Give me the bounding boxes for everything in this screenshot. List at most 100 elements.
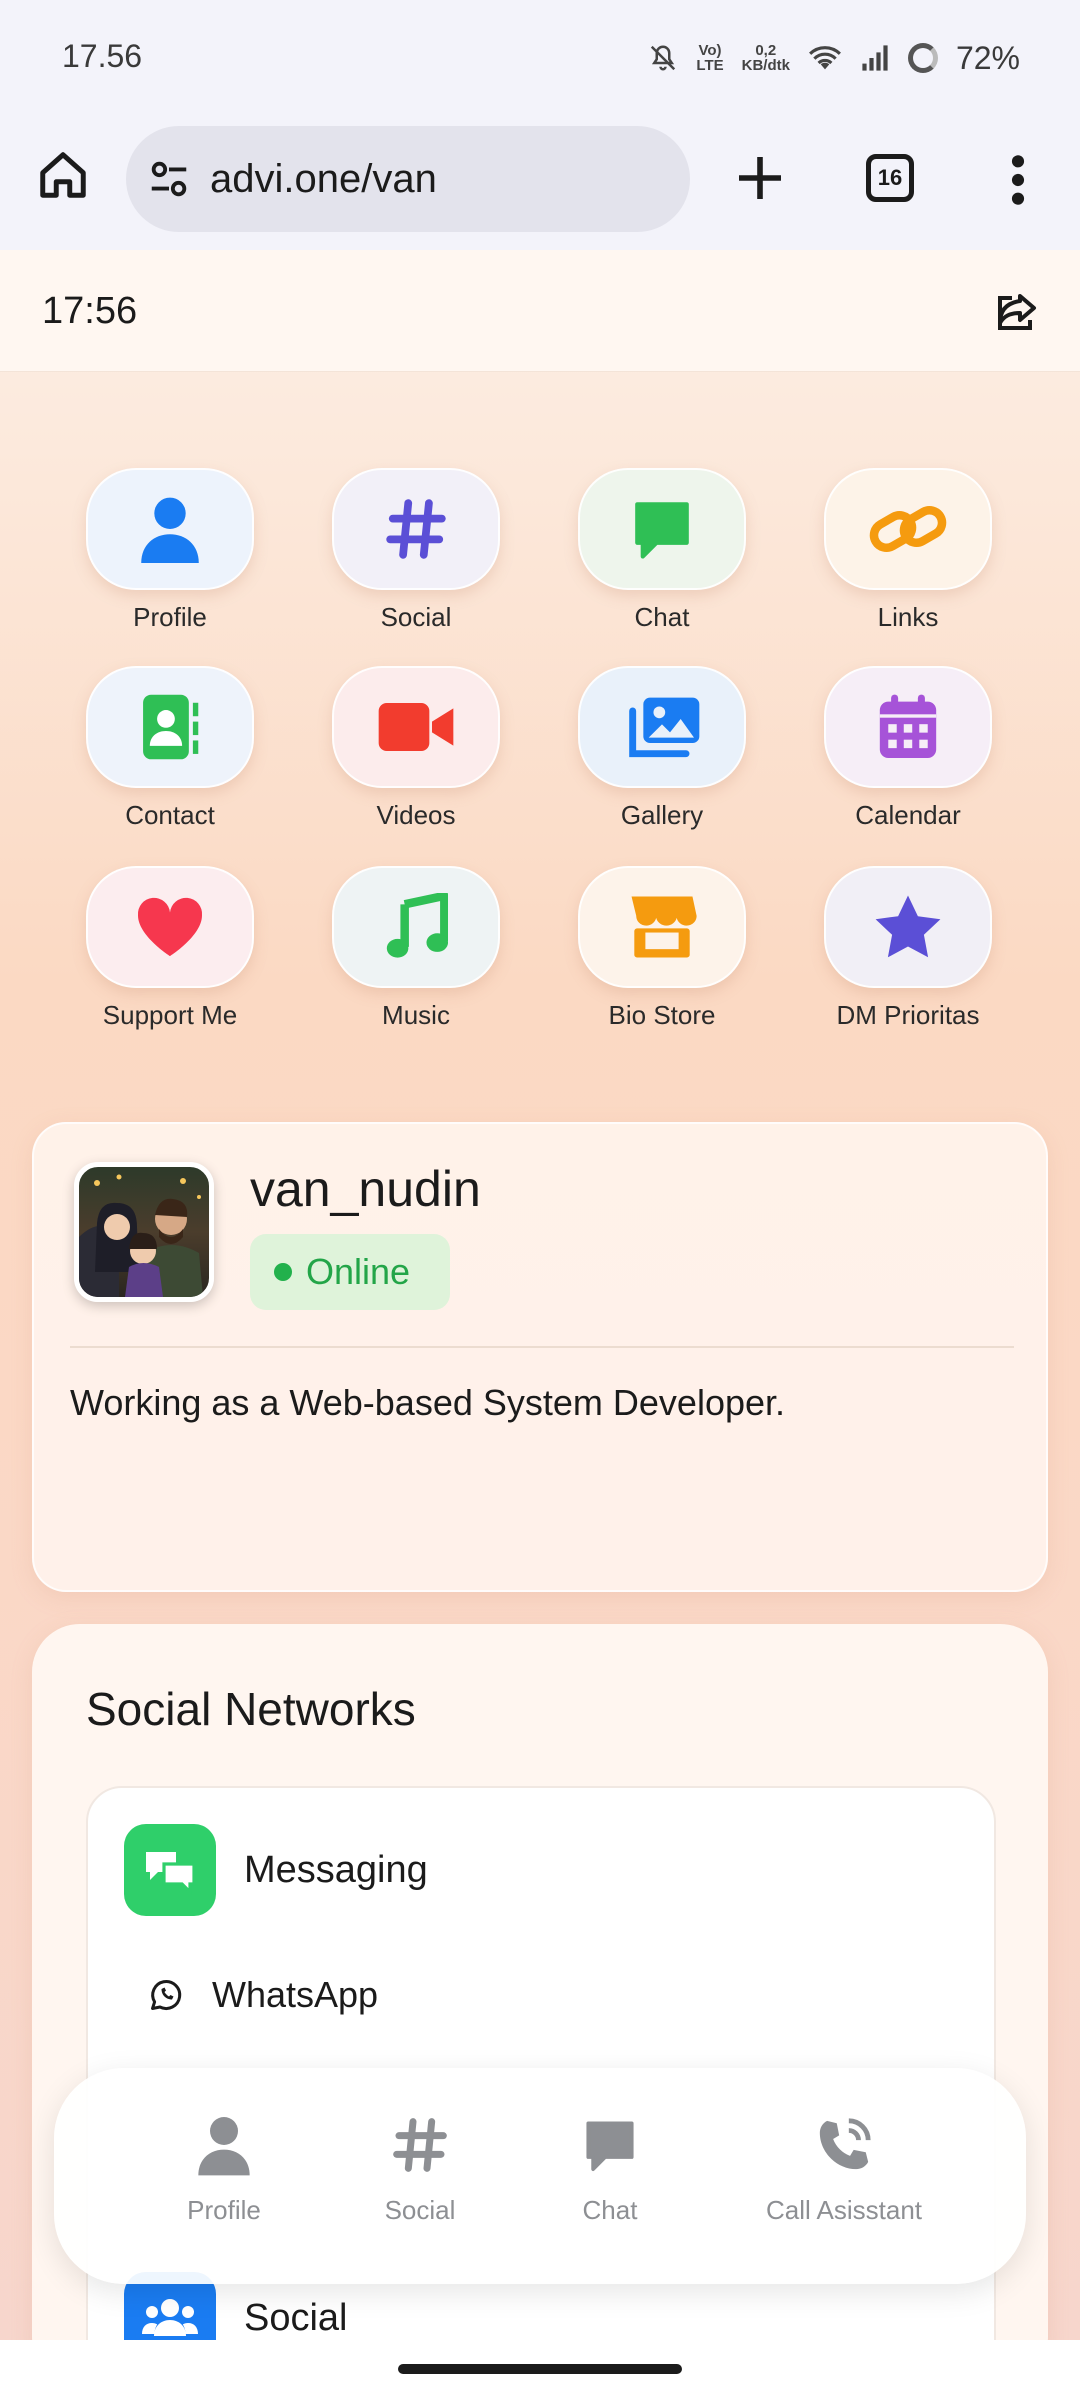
app-label: Social (380, 602, 452, 632)
app-label: Calendar (855, 800, 961, 830)
status-time: 17.56 (62, 38, 143, 74)
app-label: Profile (133, 602, 207, 632)
app-chat-tile[interactable] (578, 468, 746, 590)
app-contact-tile[interactable] (86, 666, 254, 788)
contact-book-icon (143, 694, 199, 760)
nav-label: Social (384, 2195, 456, 2225)
social-link-label: WhatsApp (212, 1974, 379, 2015)
link-icon (869, 506, 947, 552)
nav-call-assistant[interactable]: Call Asisstant (724, 2114, 964, 2226)
app-label: Contact (125, 800, 215, 830)
category-label: Social (244, 2296, 348, 2339)
home-gesture-handle[interactable] (398, 2364, 682, 2374)
app-label: Chat (634, 602, 690, 632)
photo-gallery-icon (629, 697, 700, 758)
profile-card: van_nudin Online Working as a Web-based … (32, 1122, 1048, 1592)
gesture-area (0, 2340, 1080, 2400)
battery-icon (907, 43, 938, 73)
app-videos-tile[interactable] (332, 666, 500, 788)
nav-label: Chat (582, 2195, 638, 2225)
app-calendar-tile[interactable] (824, 666, 992, 788)
speed-unit: KB/dtk (741, 57, 790, 74)
app-music[interactable]: Music (316, 866, 516, 1031)
hashtag-icon (386, 499, 446, 559)
app-gallery-tile[interactable] (578, 666, 746, 788)
app-support-me-tile[interactable] (86, 866, 254, 988)
social-link-whatsapp[interactable]: WhatsApp (148, 1974, 378, 2016)
app-social-tile[interactable] (332, 468, 500, 590)
username: van_nudin (250, 1161, 481, 1217)
app-music-tile[interactable] (332, 866, 500, 988)
app-links[interactable]: Links (808, 468, 1008, 633)
video-camera-icon (378, 703, 454, 751)
chat-bubble-icon (586, 2121, 634, 2171)
status-bar: 17.56 Vo) LTE 0,2 KB/dtk 72% (0, 0, 1080, 112)
home-icon[interactable] (36, 148, 90, 202)
app-support-me[interactable]: Support Me (70, 866, 270, 1031)
app-links-tile[interactable] (824, 468, 992, 590)
nav-social[interactable]: Social (360, 2114, 480, 2226)
category-label: Messaging (244, 1848, 428, 1891)
app-label: Music (382, 1000, 450, 1030)
page-header: 17:56 (0, 250, 1080, 372)
web-page: 17:56 Profile Social Chat Links Contact … (0, 250, 1080, 2340)
app-profile[interactable]: Profile (70, 468, 270, 633)
online-dot-icon (274, 1263, 292, 1281)
section-title: Social Networks (86, 1683, 416, 1735)
network-speed: 0,2 KB/dtk (742, 43, 790, 73)
share-icon[interactable] (992, 288, 1040, 336)
browser-toolbar: advi.one/van 16 (0, 112, 1080, 250)
app-social[interactable]: Social (316, 468, 516, 633)
app-dm-prioritas-tile[interactable] (824, 866, 992, 988)
hashtag-icon (393, 2118, 447, 2172)
app-chat[interactable]: Chat (562, 468, 762, 633)
star-icon (875, 895, 941, 958)
nav-label: Profile (187, 2195, 261, 2225)
nav-profile[interactable]: Profile (164, 2114, 284, 2226)
chat-bubble-icon (635, 502, 689, 559)
app-profile-tile[interactable] (86, 468, 254, 590)
app-bio-store[interactable]: Bio Store (562, 866, 762, 1031)
music-note-icon (386, 893, 448, 958)
site-settings-icon[interactable] (146, 156, 192, 202)
app-contact[interactable]: Contact (70, 666, 270, 831)
app-bio-store-tile[interactable] (578, 866, 746, 988)
app-label: Gallery (620, 800, 704, 830)
bottom-navigation: Profile Social Chat Call Asisstant (54, 2068, 1026, 2284)
lte-label: LTE (696, 57, 724, 74)
app-videos[interactable]: Videos (316, 666, 516, 831)
page-clock: 17:56 (42, 290, 138, 332)
category-messaging: Messaging (124, 1824, 428, 1916)
app-label: DM Prioritas (836, 1000, 980, 1030)
volte-label: Vo) (698, 42, 722, 59)
store-icon (631, 896, 697, 958)
person-icon (141, 497, 199, 563)
wifi-icon (808, 46, 841, 70)
phone-call-icon (819, 2118, 871, 2170)
app-label: Bio Store (608, 1000, 716, 1030)
signal-icon (862, 45, 888, 71)
calendar-icon (879, 694, 937, 758)
status-icons: Vo) LTE 0,2 KB/dtk 72% (648, 30, 1020, 86)
whatsapp-icon (151, 1980, 182, 2011)
heart-icon (137, 897, 203, 957)
app-dm-prioritas[interactable]: DM Prioritas (808, 866, 1008, 1031)
new-tab-icon[interactable] (732, 150, 788, 206)
family-photo-icon (79, 1174, 203, 1297)
profile-bio: Working as a Web-based System Developer. (70, 1382, 786, 1423)
app-label: Links (877, 602, 939, 632)
app-label: Support Me (102, 1000, 238, 1030)
address-bar[interactable]: advi.one/van (126, 126, 690, 232)
nav-chat[interactable]: Chat (550, 2114, 670, 2226)
chat-bubbles-icon (124, 1824, 216, 1916)
person-icon (198, 2117, 250, 2176)
battery-percent: 72% (955, 39, 1020, 76)
more-vert-icon[interactable] (1000, 152, 1036, 208)
avatar (74, 1162, 214, 1302)
tab-switcher-button[interactable]: 16 (866, 154, 914, 202)
volte-indicator: Vo) LTE (696, 43, 723, 73)
speed-value: 0,2 (755, 42, 777, 59)
mute-bell-icon (651, 45, 676, 71)
app-calendar[interactable]: Calendar (808, 666, 1008, 831)
app-gallery[interactable]: Gallery (562, 666, 762, 831)
